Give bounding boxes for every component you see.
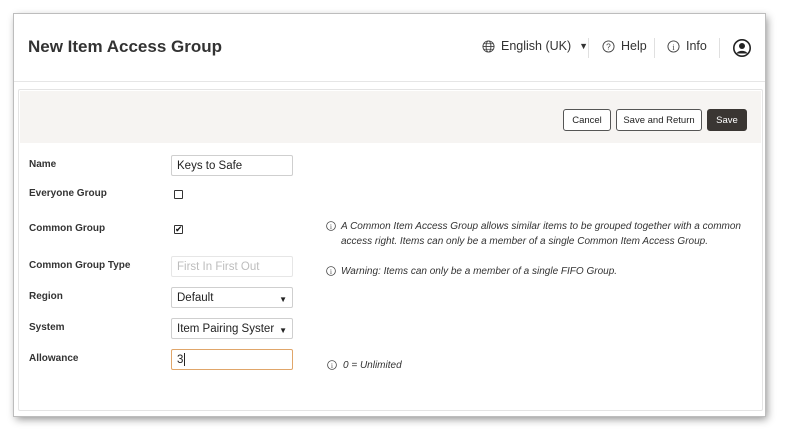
help-label: Help (621, 39, 647, 53)
region-select[interactable]: Default ▼ (171, 287, 293, 308)
info-circle-icon: i (667, 39, 680, 53)
svg-text:i: i (331, 362, 333, 370)
info-circle-icon: i (327, 360, 337, 370)
common-group-label: Common Group (29, 223, 106, 234)
region-value: Default (177, 291, 214, 304)
allowance-value: 3 (177, 353, 184, 366)
info-circle-icon: i (326, 266, 336, 276)
page-title: New Item Access Group (28, 37, 222, 56)
common-group-type-select: First In First Out (171, 256, 293, 277)
language-selector[interactable]: English (UK) ▼ (482, 39, 588, 53)
language-label: English (UK) (501, 39, 572, 53)
help-link[interactable]: ? Help (602, 39, 647, 53)
name-input[interactable]: Keys to Safe (171, 155, 293, 176)
name-label: Name (29, 159, 57, 170)
common-group-checkbox[interactable]: ✔ (174, 225, 183, 234)
common-group-info: A Common Item Access Group allows simila… (341, 221, 741, 247)
save-button[interactable]: Save (707, 109, 747, 131)
header-divider (588, 38, 589, 58)
info-circle-icon: i (326, 221, 336, 231)
info-link[interactable]: i Info (667, 39, 707, 53)
allowance-input[interactable]: 3 (171, 349, 293, 370)
svg-text:i: i (330, 268, 332, 276)
allowance-info: 0 = Unlimited (343, 360, 402, 371)
chevron-down-icon: ▼ (279, 295, 287, 304)
action-toolbar: Cancel Save and Return Save (20, 91, 761, 143)
system-label: System (29, 322, 65, 333)
chevron-down-icon: ▼ (279, 326, 287, 335)
globe-icon (482, 39, 495, 53)
svg-text:i: i (672, 42, 675, 51)
chevron-down-icon: ▼ (579, 41, 589, 51)
system-value: Item Pairing Syster (177, 322, 275, 335)
svg-text:i: i (330, 223, 332, 231)
text-cursor (184, 353, 186, 366)
user-avatar-icon[interactable] (733, 39, 751, 57)
everyone-group-checkbox[interactable] (174, 190, 183, 199)
everyone-group-label: Everyone Group (29, 188, 107, 199)
svg-text:?: ? (606, 41, 611, 51)
header-divider (654, 38, 655, 58)
question-circle-icon: ? (602, 39, 615, 53)
header-divider (719, 38, 720, 58)
common-group-type-label: Common Group Type (29, 260, 131, 271)
app-window: New Item Access Group English (UK) ▼ ? H… (14, 14, 765, 416)
fifo-warning-info: Warning: Items can only be a member of a… (341, 266, 618, 277)
form-card: Cancel Save and Return Save Name Keys to… (18, 89, 763, 411)
region-label: Region (29, 291, 63, 302)
cancel-button[interactable]: Cancel (563, 109, 611, 131)
save-and-return-button[interactable]: Save and Return (616, 109, 702, 131)
allowance-label: Allowance (29, 353, 79, 364)
system-select[interactable]: Item Pairing Syster ▼ (171, 318, 293, 339)
info-label: Info (686, 39, 707, 53)
page-header: New Item Access Group English (UK) ▼ ? H… (14, 14, 765, 82)
checkmark-icon: ✔ (175, 224, 183, 234)
